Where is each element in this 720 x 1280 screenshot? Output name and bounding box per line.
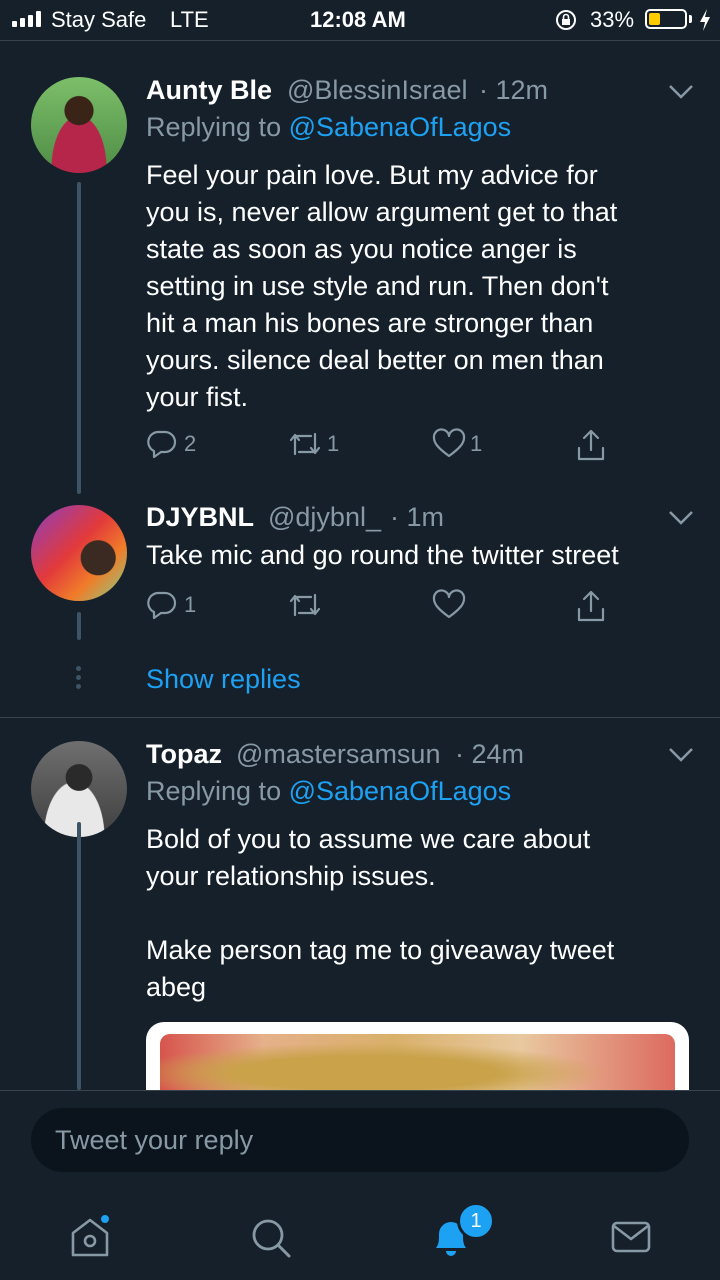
- show-replies-link[interactable]: Show replies: [146, 664, 301, 695]
- reply-icon: [147, 591, 177, 620]
- like-button[interactable]: 1: [432, 428, 482, 460]
- share-button[interactable]: [575, 589, 607, 623]
- reply-count: 1: [184, 592, 197, 617]
- battery-percent: 33%: [590, 7, 635, 32]
- like-button[interactable]: [432, 589, 466, 621]
- replying-to: Replying to @SabenaOfLagos: [146, 112, 512, 142]
- retweet-icon: [289, 593, 321, 617]
- tweet-text: Take mic and go round the twitter street: [146, 540, 619, 570]
- retweet-button[interactable]: [287, 589, 323, 621]
- author-handle: @djybnl_: [268, 502, 381, 532]
- reply-input[interactable]: [31, 1108, 689, 1172]
- mention-link[interactable]: @SabenaOfLagos: [289, 112, 512, 142]
- share-icon: [577, 429, 605, 461]
- tweet-text: Feel your pain love. But my advice for y…: [146, 160, 618, 412]
- network-label: LTE: [170, 7, 209, 32]
- tab-home[interactable]: [66, 1212, 116, 1262]
- heart-icon: [432, 428, 466, 458]
- chevron-down-icon[interactable]: [668, 509, 694, 527]
- reply-count: 2: [184, 431, 197, 456]
- retweet-icon: [289, 432, 321, 456]
- tab-bar: 1: [0, 1190, 720, 1280]
- charging-bolt-icon: [700, 9, 710, 31]
- messages-icon: [611, 1221, 651, 1253]
- chevron-down-icon[interactable]: [668, 83, 694, 101]
- clock: 12:08 AM: [310, 7, 406, 32]
- mention-link[interactable]: @SabenaOfLagos: [289, 776, 512, 806]
- home-icon: [71, 1213, 111, 1257]
- search-icon: [252, 1219, 291, 1258]
- tweet-text: Bold of you to assume we care about your…: [146, 824, 615, 1002]
- orientation-lock-icon: [556, 10, 576, 30]
- author-name[interactable]: DJYBNL: [146, 502, 254, 533]
- retweet-button[interactable]: 1: [287, 428, 339, 460]
- tab-search[interactable]: [246, 1212, 296, 1262]
- like-count: 1: [470, 431, 483, 456]
- tweet-time: · 24m: [455, 739, 525, 769]
- carrier-label: Stay Safe: [51, 7, 147, 32]
- signal-icon: [12, 11, 46, 27]
- share-icon: [577, 590, 605, 622]
- battery-icon: [645, 9, 687, 29]
- tweet-media-image[interactable]: [146, 1022, 689, 1090]
- author-name[interactable]: Aunty Ble: [146, 75, 272, 106]
- author-handle: @mastersamsun: [236, 739, 441, 769]
- replying-to: Replying to @SabenaOfLagos: [146, 776, 512, 806]
- avatar[interactable]: [31, 77, 127, 173]
- tweet-time: · 1m: [390, 502, 444, 532]
- tweet-time: · 12m: [479, 75, 549, 105]
- tab-messages[interactable]: [606, 1212, 656, 1262]
- author-name[interactable]: Topaz: [146, 739, 222, 770]
- reply-button[interactable]: 1: [146, 589, 196, 621]
- author-handle: @BlessinIsrael: [287, 75, 468, 105]
- status-bar: Stay Safe LTE 12:08 AM 33%: [0, 0, 720, 40]
- avatar[interactable]: [31, 505, 127, 601]
- heart-icon: [432, 589, 466, 619]
- reply-bar: [0, 1090, 720, 1191]
- chevron-down-icon[interactable]: [668, 746, 694, 764]
- reply-button[interactable]: 2: [146, 428, 196, 460]
- retweet-count: 1: [327, 431, 340, 456]
- tab-notifications[interactable]: 1: [426, 1202, 495, 1262]
- share-button[interactable]: [575, 428, 607, 462]
- notification-badge: 1: [457, 1202, 495, 1240]
- reply-icon: [147, 430, 177, 459]
- more-replies-dots: [76, 666, 82, 693]
